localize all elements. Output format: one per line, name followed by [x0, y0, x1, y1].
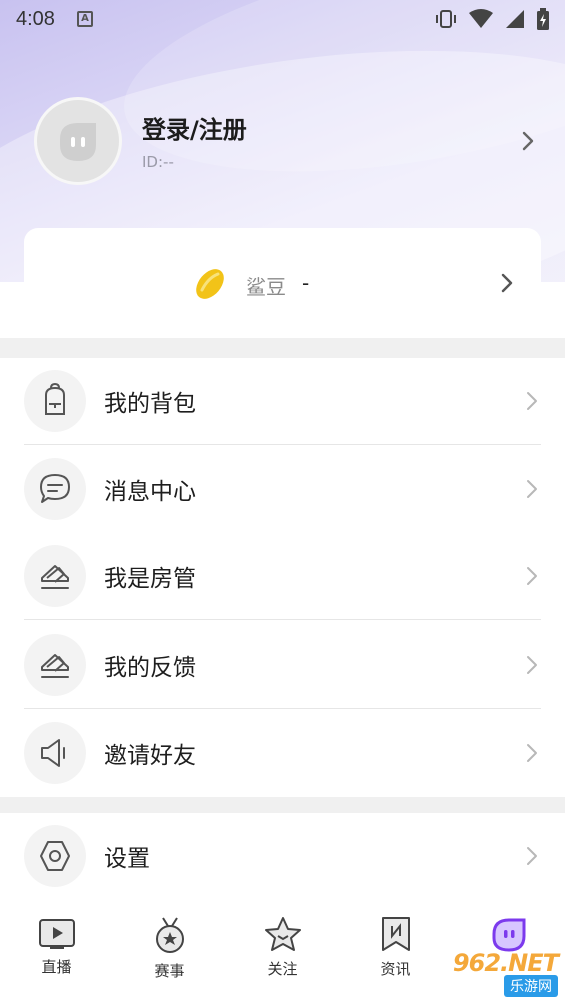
bean-icon [196, 269, 224, 299]
status-icons [435, 8, 549, 30]
watermark: 962.NET 乐游网 [428, 948, 559, 998]
menu-item-label: 我的反馈 [104, 655, 196, 681]
envelope-icon [41, 654, 69, 678]
menu-item-feedback[interactable]: 我的反馈 [24, 621, 541, 709]
menu-item-label: 我是房管 [104, 566, 196, 592]
bookmark-icon [381, 917, 410, 951]
chevron-right-icon [527, 847, 537, 865]
profile-face-icon [492, 918, 525, 952]
section-divider [0, 797, 565, 813]
menu-item-room-admin[interactable]: 我是房管 [24, 532, 541, 620]
default-avatar-icon [60, 123, 96, 161]
watermark-main: 962.NET [452, 949, 559, 977]
bean-value: - [302, 271, 310, 295]
bean-label: 鲨豆 [246, 275, 286, 299]
menu-item-label: 邀请好友 [104, 743, 196, 769]
nav-label: 关注 [267, 960, 298, 978]
battery-icon [537, 8, 549, 30]
watermark-sub: 乐游网 [504, 975, 558, 997]
settings-hex-icon [40, 841, 70, 871]
nav-tab-matches[interactable]: 赛事 [113, 904, 226, 1004]
nav-label: 资讯 [380, 960, 411, 978]
backpack-icon [45, 383, 65, 415]
message-icon [40, 474, 70, 503]
chevron-right-icon [527, 480, 537, 498]
menu-item-backpack[interactable]: 我的背包 [24, 357, 541, 445]
menu-item-label: 设置 [104, 846, 150, 872]
status-bar: 4:08 A [0, 0, 565, 38]
menu-item-invite-friends[interactable]: 邀请好友 [24, 709, 541, 797]
chevron-right-icon [527, 656, 537, 674]
profile-chevron-right-icon[interactable] [518, 130, 538, 152]
nav-tab-follow[interactable]: 关注 [226, 904, 339, 1004]
section-divider [0, 338, 565, 358]
chevron-right-icon [527, 744, 537, 762]
menu-item-settings[interactable]: 设置 [24, 812, 541, 900]
menu-item-messages[interactable]: 消息中心 [24, 445, 541, 533]
nav-label: 赛事 [154, 962, 185, 980]
nav-label: 直播 [41, 958, 72, 976]
chevron-right-icon [527, 392, 537, 410]
login-register-link[interactable]: 登录/注册 [142, 110, 247, 145]
avatar[interactable] [34, 97, 122, 185]
play-screen-icon [38, 919, 75, 949]
star-icon [264, 917, 301, 951]
vibrate-icon [436, 10, 456, 28]
nav-tab-live[interactable]: 直播 [0, 904, 113, 1004]
chevron-right-icon [527, 567, 537, 585]
wifi-icon [469, 9, 493, 28]
signal-icon [506, 10, 524, 28]
medal-icon [155, 917, 184, 953]
user-id: ID:-- [142, 153, 174, 171]
beans-chevron-right-icon[interactable] [497, 272, 517, 294]
speaker-icon [41, 739, 65, 767]
menu-item-label: 我的背包 [104, 391, 196, 417]
envelope-icon [41, 565, 69, 589]
menu-item-label: 消息中心 [104, 479, 196, 505]
accessibility-badge: A [76, 11, 93, 27]
status-time: 4:08 [16, 7, 55, 30]
